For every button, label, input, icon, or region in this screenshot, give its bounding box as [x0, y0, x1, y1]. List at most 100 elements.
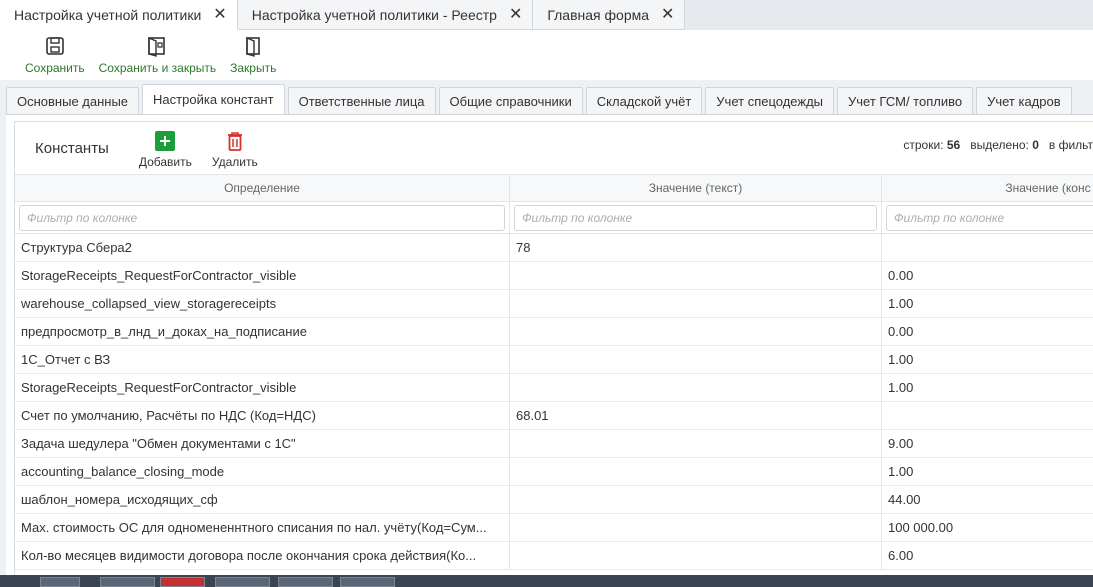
- delete-label: Удалить: [211, 155, 258, 169]
- delete-button[interactable]: Удалить: [202, 127, 268, 169]
- close-button[interactable]: Закрыть: [223, 30, 283, 80]
- doc-tab-accounting-policy-registry[interactable]: Настройка учетной политики - Реестр ✕: [237, 0, 534, 30]
- floppy-disk-icon: [46, 37, 64, 55]
- cell-text-value: [510, 346, 882, 373]
- taskbar-app-button[interactable]: [160, 577, 205, 587]
- column-header-constant-value[interactable]: Значение (конс: [882, 175, 1093, 201]
- doc-tab-accounting-policy[interactable]: Настройка учетной политики ✕: [0, 0, 238, 30]
- document-tabs: Настройка учетной политики ✕ Настройка у…: [0, 0, 1093, 30]
- add-button[interactable]: Добавить: [129, 127, 202, 169]
- cell-constant-value: 0.00: [882, 318, 1093, 345]
- filter-input-constant-value[interactable]: [886, 204, 1093, 231]
- close-icon[interactable]: ✕: [213, 6, 226, 23]
- cell-text-value: [510, 318, 882, 345]
- tab-personnel[interactable]: Учет кадров: [976, 87, 1072, 114]
- cell-definition: accounting_balance_closing_mode: [15, 458, 510, 485]
- taskbar-app-button[interactable]: [278, 577, 333, 587]
- save-exit-icon: [148, 36, 166, 57]
- save-and-close-button[interactable]: Сохранить и закрыть: [92, 30, 223, 80]
- tab-common-directories[interactable]: Общие справочники: [438, 87, 583, 114]
- tab-warehouse[interactable]: Складской учёт: [585, 87, 703, 114]
- filter-input-text-value[interactable]: [514, 204, 877, 231]
- taskbar-app-button[interactable]: [100, 577, 155, 587]
- table-row[interactable]: StorageReceipts_RequestForContractor_vis…: [15, 262, 1093, 290]
- table-row[interactable]: Мах. стоимость ОС для одномененнтного сп…: [15, 514, 1093, 542]
- rows-count-value: 56: [946, 138, 961, 152]
- filter-count-label: в фильт: [1048, 138, 1093, 152]
- cell-definition: Мах. стоимость ОС для одномененнтного сп…: [15, 514, 510, 541]
- column-header-definition[interactable]: Определение: [15, 175, 510, 201]
- toolbar: Сохранить Сохранить и закрыть Закрыть: [0, 30, 1093, 80]
- selected-count-label: выделено:: [970, 138, 1029, 152]
- cell-definition: 1С_Отчет с ВЗ: [15, 346, 510, 373]
- cell-definition: шаблон_номера_исходящих_сф: [15, 486, 510, 513]
- close-icon[interactable]: ✕: [661, 6, 674, 23]
- tab-responsible-persons[interactable]: Ответственные лица: [287, 87, 436, 114]
- cell-constant-value: 1.00: [882, 374, 1093, 401]
- cell-constant-value: 1.00: [882, 346, 1093, 373]
- doc-tab-main-form[interactable]: Главная форма ✕: [533, 0, 686, 30]
- table-row[interactable]: Счет по умолчанию, Расчёты по НДС (Код=Н…: [15, 402, 1093, 430]
- table-row[interactable]: предпросмотр_в_лнд_и_доках_на_подписание…: [15, 318, 1093, 346]
- save-and-close-label: Сохранить и закрыть: [98, 61, 217, 75]
- cell-constant-value: 9.00: [882, 430, 1093, 457]
- cell-definition: warehouse_collapsed_view_storagereceipts: [15, 290, 510, 317]
- constants-table: Определение Значение (текст) Значение (к…: [15, 174, 1093, 570]
- table-row[interactable]: accounting_balance_closing_mode 1.00: [15, 458, 1093, 486]
- rows-count-label: строки:: [903, 138, 944, 152]
- cell-definition: Кол-во месяцев видимости договора после …: [15, 542, 510, 569]
- table-row[interactable]: Структура Сбера2 78: [15, 234, 1093, 262]
- save-button[interactable]: Сохранить: [18, 30, 92, 80]
- selected-count-value: 0: [1032, 138, 1039, 152]
- table-row[interactable]: Кол-во месяцев видимости договора после …: [15, 542, 1093, 570]
- cell-text-value: 68.01: [510, 402, 882, 429]
- doc-tab-label: Настройка учетной политики: [14, 6, 202, 23]
- cell-definition: Структура Сбера2: [15, 234, 510, 261]
- table-row[interactable]: warehouse_collapsed_view_storagereceipts…: [15, 290, 1093, 318]
- filter-cell: [882, 202, 1093, 233]
- taskbar-app-button[interactable]: [40, 577, 80, 587]
- cell-text-value: [510, 486, 882, 513]
- cell-constant-value: 1.00: [882, 290, 1093, 317]
- filter-cell: [15, 202, 510, 233]
- cell-text-value: [510, 542, 882, 569]
- grid-header: Константы Добавить Удалить строки: 56 вы…: [15, 122, 1093, 174]
- grid-stats: строки: 56 выделено: 0 в фильт: [903, 138, 1093, 152]
- tab-fuel[interactable]: Учет ГСМ/ топливо: [837, 87, 974, 114]
- constants-grid: Константы Добавить Удалить строки: 56 вы…: [14, 121, 1093, 587]
- trash-icon: [227, 132, 242, 151]
- cell-definition: Счет по умолчанию, Расчёты по НДС (Код=Н…: [15, 402, 510, 429]
- taskbar-app-button[interactable]: [215, 577, 270, 587]
- doc-tab-label: Главная форма: [547, 6, 650, 23]
- table-row[interactable]: StorageReceipts_RequestForContractor_vis…: [15, 374, 1093, 402]
- cell-text-value: [510, 458, 882, 485]
- door-exit-icon: [246, 36, 261, 57]
- tab-workwear[interactable]: Учет спецодежды: [705, 87, 835, 114]
- cell-constant-value: [882, 402, 1093, 429]
- cell-constant-value: 1.00: [882, 458, 1093, 485]
- filter-row: [15, 202, 1093, 234]
- taskbar-app-button[interactable]: [340, 577, 395, 587]
- column-header-text-value[interactable]: Значение (текст): [510, 175, 882, 201]
- constants-panel: Константы Добавить Удалить строки: 56 вы…: [6, 114, 1093, 587]
- cell-text-value: [510, 374, 882, 401]
- cell-text-value: [510, 514, 882, 541]
- table-row[interactable]: 1С_Отчет с ВЗ 1.00: [15, 346, 1093, 374]
- close-label: Закрыть: [230, 61, 277, 75]
- add-label: Добавить: [138, 155, 192, 169]
- table-row[interactable]: шаблон_номера_исходящих_сф 44.00: [15, 486, 1093, 514]
- tab-basic-data[interactable]: Основные данные: [6, 87, 140, 114]
- filter-input-definition[interactable]: [19, 204, 505, 231]
- close-icon[interactable]: ✕: [509, 6, 522, 23]
- cell-constant-value: 100 000.00: [882, 514, 1093, 541]
- tab-constants-settings[interactable]: Настройка констант: [142, 84, 285, 114]
- cell-text-value: [510, 430, 882, 457]
- cell-definition: Задача шедулера "Обмен документами с 1С": [15, 430, 510, 457]
- cell-constant-value: 44.00: [882, 486, 1093, 513]
- cell-text-value: [510, 262, 882, 289]
- cell-constant-value: 0.00: [882, 262, 1093, 289]
- plus-icon: [155, 131, 176, 151]
- section-tabs: Основные данные Настройка констант Ответ…: [0, 80, 1093, 114]
- cell-constant-value: 6.00: [882, 542, 1093, 569]
- table-row[interactable]: Задача шедулера "Обмен документами с 1С"…: [15, 430, 1093, 458]
